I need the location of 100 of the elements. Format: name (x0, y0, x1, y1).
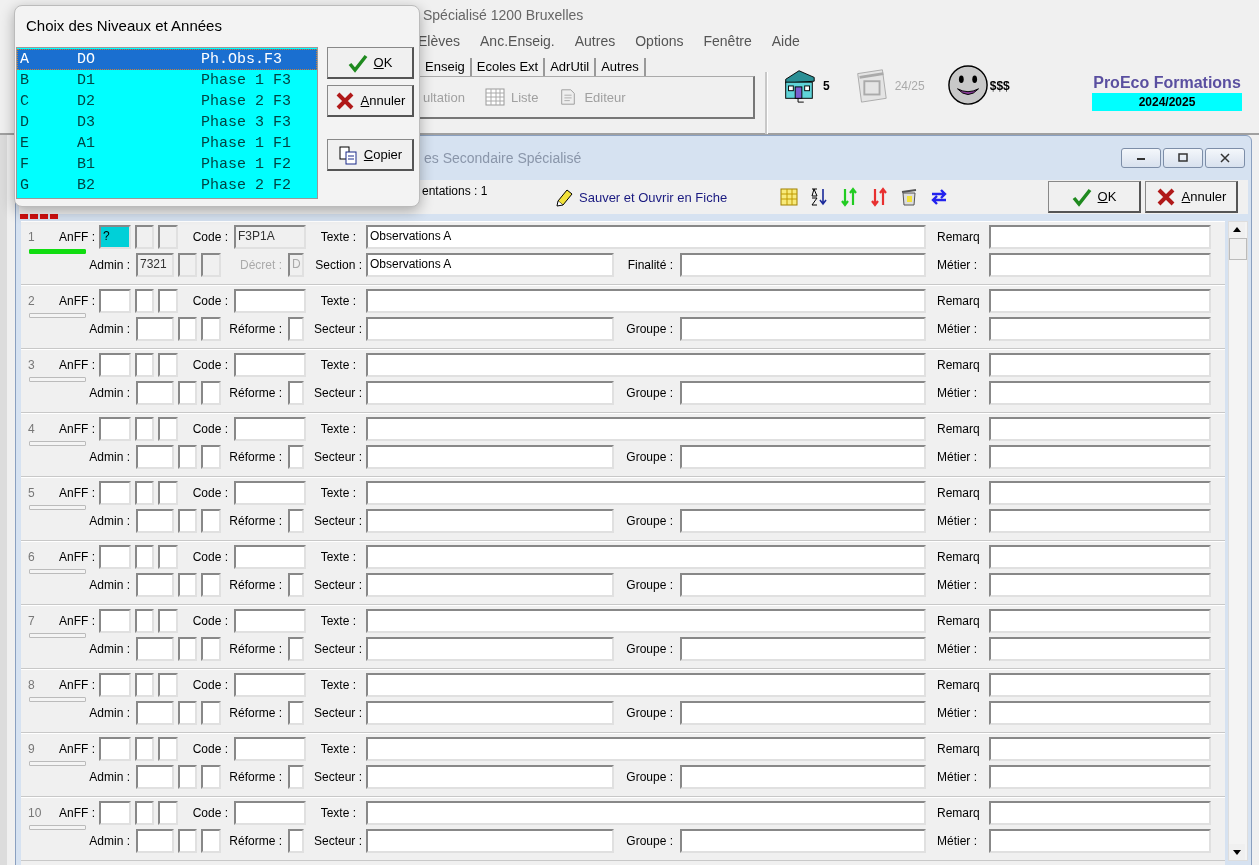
list-item[interactable]: G B2 Phase 2 F2 (17, 175, 317, 196)
input-field[interactable] (989, 573, 1211, 597)
list-item[interactable]: C D2 Phase 2 F3 (17, 91, 317, 112)
input-field[interactable] (366, 701, 614, 725)
menu-item[interactable]: Autres (574, 33, 616, 49)
input-field[interactable] (178, 765, 197, 789)
input-field[interactable] (136, 445, 174, 469)
maximize-button[interactable] (1163, 148, 1203, 168)
input-field[interactable] (201, 509, 221, 533)
input-field[interactable] (178, 573, 197, 597)
input-field[interactable] (136, 829, 174, 853)
input-field[interactable] (201, 253, 221, 277)
input-field[interactable] (99, 545, 131, 569)
input-field[interactable] (178, 381, 197, 405)
input-field[interactable] (158, 609, 178, 633)
input-field[interactable] (989, 381, 1211, 405)
ok-button[interactable]: OK (1048, 181, 1141, 213)
input-field[interactable] (989, 829, 1211, 853)
save-and-open-link[interactable]: Sauver et Ouvrir en Fiche (579, 189, 728, 205)
input-field[interactable] (288, 765, 304, 789)
input-field[interactable]: Observations A (366, 225, 926, 249)
input-field[interactable] (680, 637, 926, 661)
input-field[interactable] (366, 509, 614, 533)
input-field[interactable] (158, 673, 178, 697)
input-field[interactable] (234, 673, 306, 697)
input-field[interactable] (136, 381, 174, 405)
input-field[interactable] (680, 445, 926, 469)
up-down-arrows-icon[interactable] (839, 187, 860, 207)
scroll-down-icon[interactable] (1229, 844, 1245, 860)
input-field[interactable] (178, 445, 197, 469)
input-field[interactable] (99, 353, 131, 377)
input-field[interactable] (288, 573, 304, 597)
input-field[interactable] (234, 417, 306, 441)
cancel-button[interactable]: Annuler (1145, 181, 1238, 213)
input-field[interactable] (201, 765, 221, 789)
input-field[interactable] (135, 609, 154, 633)
menu-item[interactable]: Fenêtre (703, 33, 752, 49)
input-field[interactable] (136, 765, 174, 789)
input-field[interactable] (178, 509, 197, 533)
input-field[interactable] (366, 637, 614, 661)
input-field[interactable] (989, 353, 1211, 377)
input-field[interactable] (366, 381, 614, 405)
input-field[interactable] (989, 445, 1211, 469)
input-field[interactable] (989, 737, 1211, 761)
list-item[interactable]: E A1 Phase 1 F1 (17, 133, 317, 154)
input-field[interactable] (158, 801, 178, 825)
input-field[interactable] (135, 545, 154, 569)
list-item[interactable]: A DO Ph.Obs.F3 (17, 49, 317, 70)
input-field[interactable] (366, 317, 614, 341)
input-field[interactable] (136, 637, 174, 661)
input-field[interactable] (201, 573, 221, 597)
list-item[interactable]: F B1 Phase 1 F2 (17, 154, 317, 175)
input-field[interactable] (135, 481, 154, 505)
input-field[interactable] (288, 701, 304, 725)
input-field[interactable] (680, 829, 926, 853)
input-field[interactable] (366, 737, 926, 761)
input-field[interactable] (158, 545, 178, 569)
minimize-button[interactable] (1121, 148, 1161, 168)
input-field[interactable] (158, 289, 178, 313)
menu-item[interactable]: Aide (771, 33, 800, 49)
input-field[interactable] (158, 225, 178, 249)
input-field[interactable] (99, 801, 131, 825)
input-field[interactable] (178, 317, 197, 341)
input-field[interactable] (135, 289, 154, 313)
input-field[interactable] (288, 509, 304, 533)
input-field[interactable] (135, 737, 154, 761)
scroll-up-icon[interactable] (1229, 222, 1245, 238)
input-field[interactable] (366, 829, 614, 853)
input-field[interactable] (136, 701, 174, 725)
input-field[interactable] (989, 637, 1211, 661)
input-field[interactable] (136, 509, 174, 533)
input-field[interactable] (234, 289, 306, 313)
input-field[interactable] (680, 317, 926, 341)
input-field[interactable] (201, 317, 221, 341)
up-down-arrows-icon[interactable] (869, 187, 890, 207)
close-button[interactable] (1205, 148, 1245, 168)
input-field[interactable] (201, 637, 221, 661)
sort-icon[interactable] (809, 187, 830, 207)
input-field[interactable] (989, 317, 1211, 341)
input-field[interactable] (989, 545, 1211, 569)
input-field[interactable] (366, 445, 614, 469)
input-field[interactable] (99, 481, 131, 505)
list-item[interactable]: D D3 Phase 3 F3 (17, 112, 317, 133)
input-field[interactable] (288, 381, 304, 405)
input-field[interactable] (680, 253, 926, 277)
input-field[interactable] (989, 289, 1211, 313)
input-field[interactable] (680, 573, 926, 597)
input-field[interactable] (234, 609, 306, 633)
input-field[interactable] (366, 417, 926, 441)
list-item[interactable]: B D1 Phase 1 F3 (17, 70, 317, 91)
input-field[interactable] (234, 481, 306, 505)
input-field[interactable] (680, 381, 926, 405)
input-field[interactable] (135, 417, 154, 441)
input-field[interactable] (135, 801, 154, 825)
input-field[interactable] (136, 317, 174, 341)
input-field[interactable] (99, 737, 131, 761)
input-field[interactable] (989, 225, 1211, 249)
input-field[interactable] (178, 701, 197, 725)
input-field[interactable] (136, 573, 174, 597)
input-field[interactable] (234, 801, 306, 825)
